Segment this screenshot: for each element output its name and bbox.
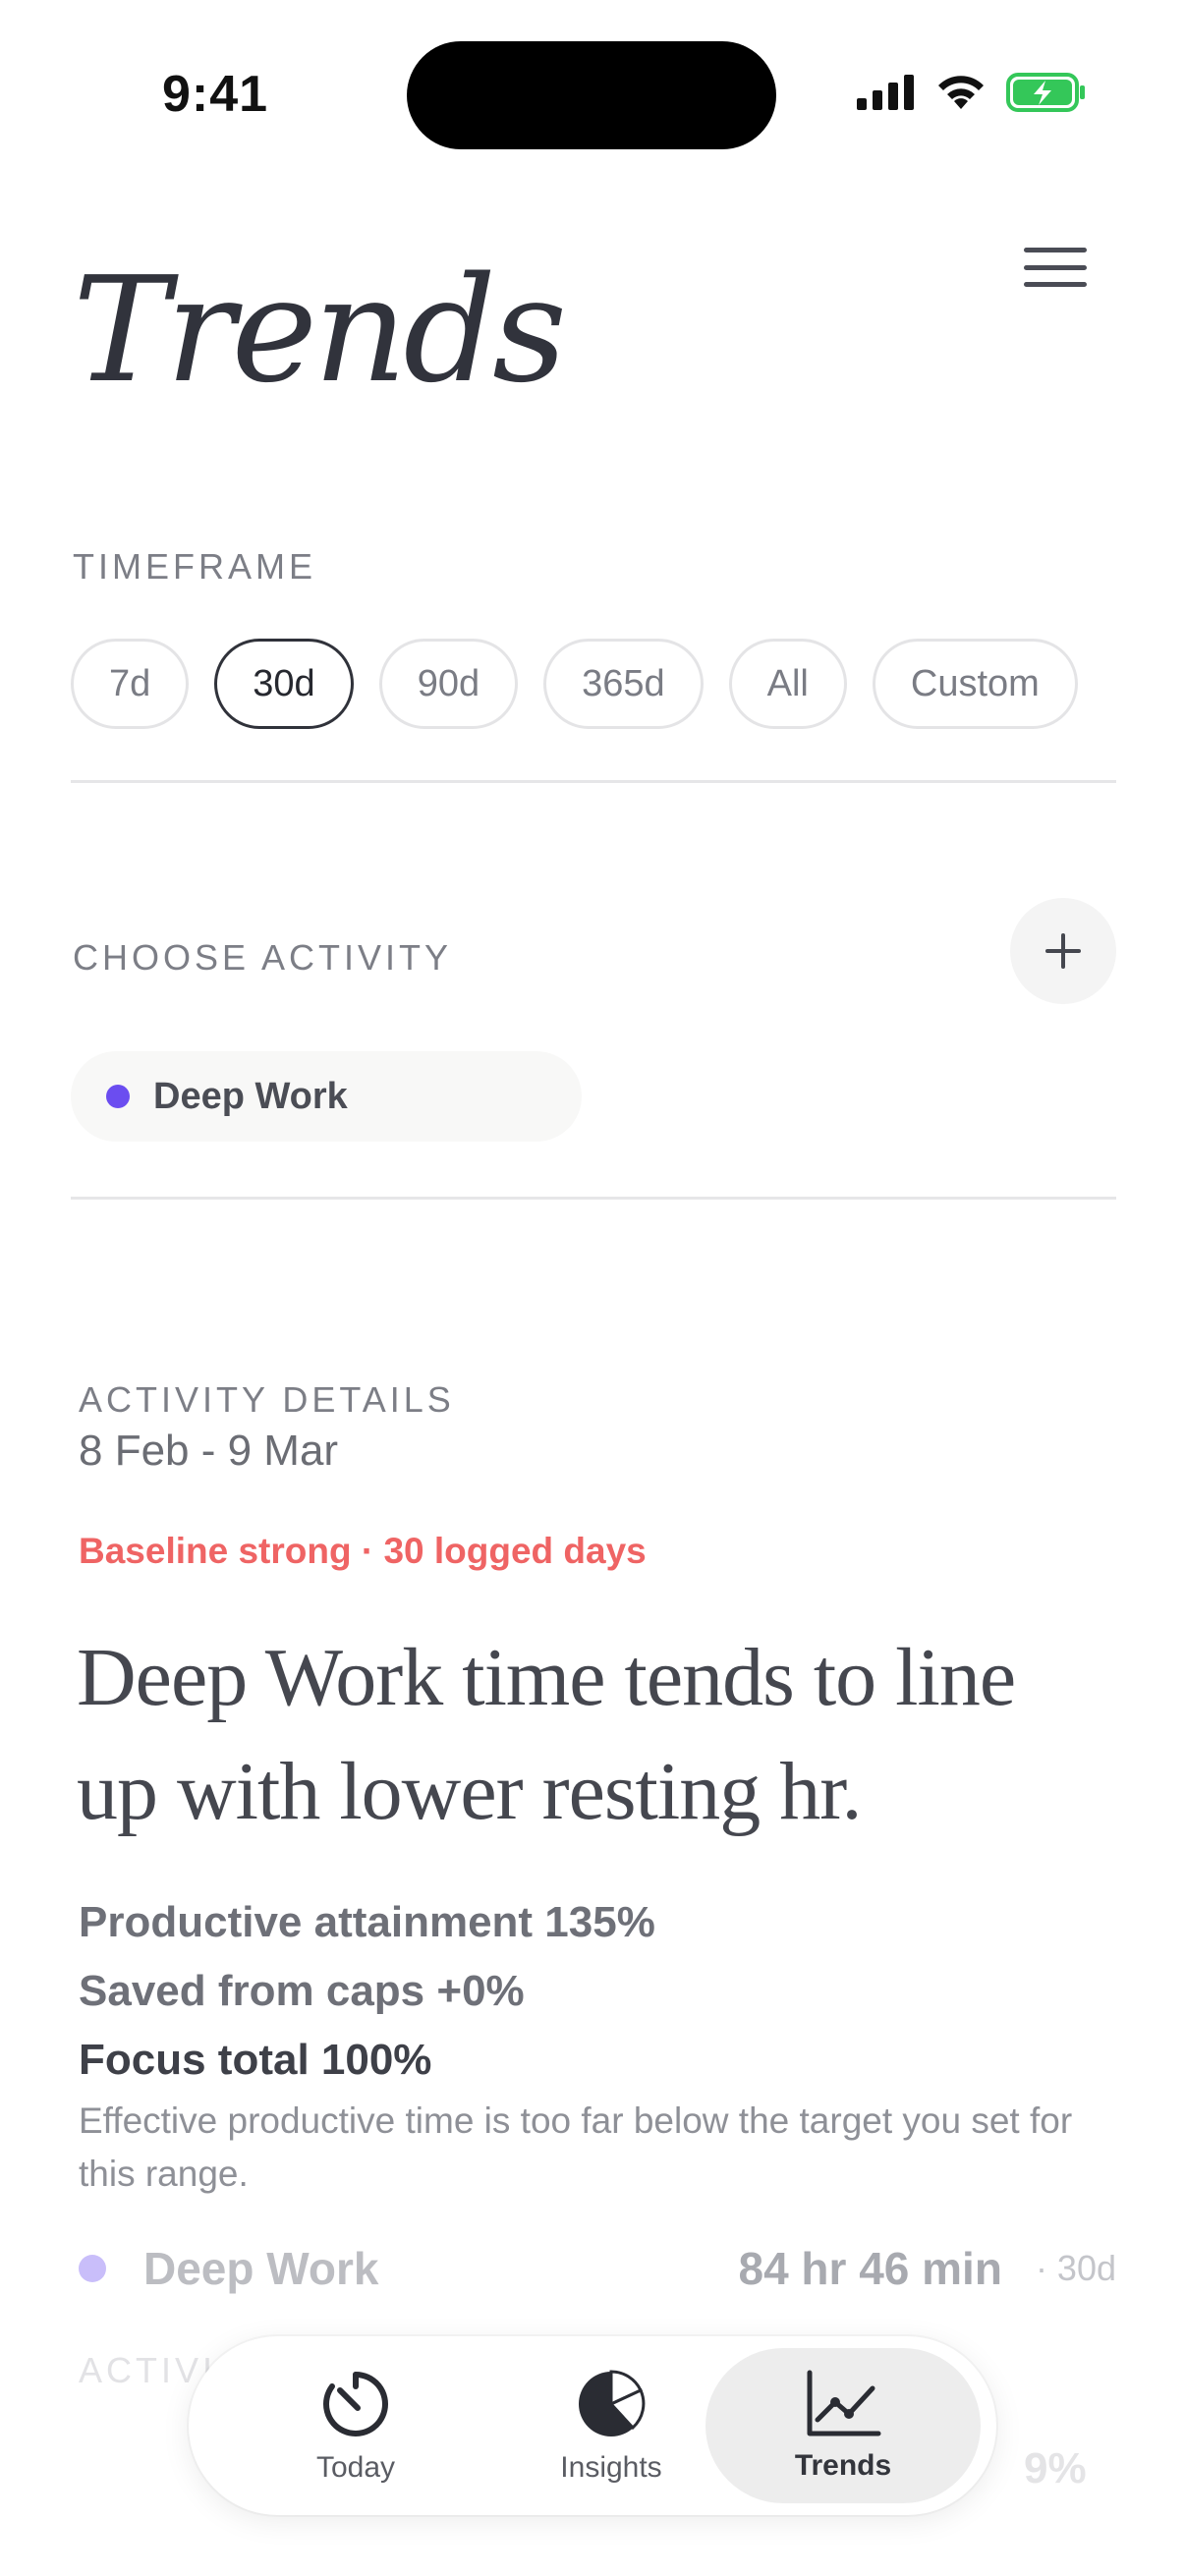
stat-productive-attainment: Productive attainment 135% xyxy=(79,1898,655,1946)
stat-saved-from-caps: Saved from caps +0% xyxy=(79,1967,525,2015)
choose-activity-label: CHOOSE ACTIVITY xyxy=(73,937,453,978)
faded-percentage: 9% xyxy=(1024,2444,1087,2492)
insight-note: Effective productive time is too far bel… xyxy=(79,2100,1073,2194)
timeframe-label: TIMEFRAME xyxy=(73,546,316,587)
faded-section-label: ACTIVI xyxy=(79,2350,217,2390)
baseline-badge: Baseline strong · 30 logged days xyxy=(79,1531,647,1571)
divider xyxy=(71,1197,1116,1200)
activity-total-range: · 30d xyxy=(1035,2248,1116,2288)
timeframe-custom[interactable]: Custom xyxy=(872,639,1078,729)
battery-charging-icon xyxy=(1006,73,1085,112)
activity-color-dot xyxy=(79,2255,106,2282)
line-chart-icon xyxy=(807,2370,881,2436)
status-icons xyxy=(857,73,1087,112)
tab-trends-label: Trends xyxy=(794,2449,892,2482)
cellular-signal-icon xyxy=(857,75,914,110)
activity-name: Deep Work xyxy=(143,2243,379,2294)
timeframe-30d[interactable]: 30d xyxy=(214,639,354,729)
tab-bar: Today Insights Trends xyxy=(189,2336,996,2515)
timeframe-selector: 7d 30d 90d 365d All Custom xyxy=(71,639,1078,729)
timeframe-all[interactable]: All xyxy=(728,639,847,729)
insight-headline: Deep Work time tends to line up with low… xyxy=(77,1632,1016,1837)
pie-chart-icon xyxy=(579,2370,646,2436)
tab-today[interactable]: Today xyxy=(218,2348,493,2503)
activity-total-row[interactable]: Deep Work 84 hr 46 min · 30d xyxy=(79,2242,1116,2295)
tab-today-label: Today xyxy=(315,2451,396,2484)
activity-chip-label: Deep Work xyxy=(153,1075,348,1117)
tab-trends[interactable]: Trends xyxy=(705,2348,981,2503)
activity-total-time: 84 hr 46 min xyxy=(738,2243,1002,2294)
wifi-icon xyxy=(938,76,984,109)
timeframe-7d[interactable]: 7d xyxy=(71,639,190,729)
timeframe-90d[interactable]: 90d xyxy=(378,639,519,729)
activity-color-dot xyxy=(106,1085,130,1108)
add-activity-button[interactable] xyxy=(1010,898,1116,1004)
divider xyxy=(71,780,1116,783)
tab-insights-label: Insights xyxy=(560,2451,662,2484)
timer-icon xyxy=(323,2372,388,2436)
activity-details-label: ACTIVITY DETAILS xyxy=(79,1379,455,1420)
page-title: Trends xyxy=(73,246,567,415)
hamburger-icon xyxy=(1024,248,1087,252)
plus-icon xyxy=(1045,933,1081,969)
stat-focus-total: Focus total 100% xyxy=(79,2036,432,2084)
date-range: 8 Feb - 9 Mar xyxy=(79,1427,339,1475)
status-time: 9:41 xyxy=(162,66,269,123)
timeframe-365d[interactable]: 365d xyxy=(543,639,704,729)
dynamic-island xyxy=(407,41,776,149)
activity-chip[interactable]: Deep Work xyxy=(71,1051,582,1142)
menu-button[interactable] xyxy=(1024,248,1087,287)
